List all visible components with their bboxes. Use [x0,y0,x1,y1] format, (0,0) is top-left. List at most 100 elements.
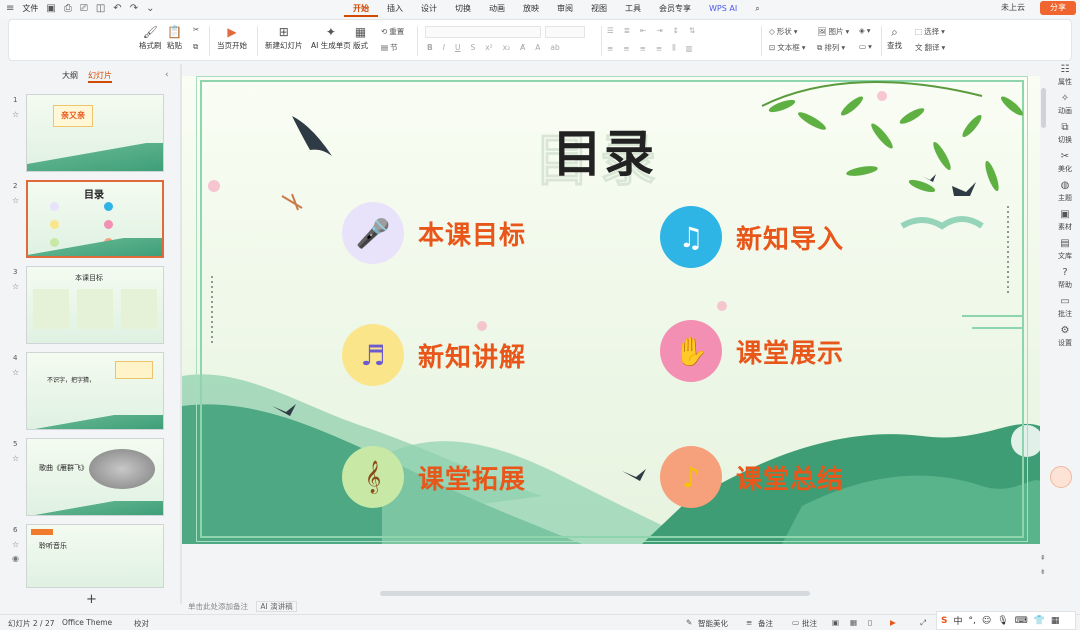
tab-animation[interactable]: 动画 [480,0,514,17]
tab-design[interactable]: 设计 [412,0,446,17]
fill-button[interactable]: ◈ ▾ [859,26,871,35]
clear-format-icon[interactable]: A̸ [520,43,525,52]
justify-icon[interactable]: ≡ [656,44,662,53]
share-button[interactable]: 分享 [1040,1,1076,15]
copy-icon[interactable]: ⧉ [193,42,198,52]
assistant-avatar[interactable] [1050,466,1072,488]
library-button[interactable]: ▤ 文库 [1050,238,1080,267]
font-name-select[interactable] [425,26,541,38]
slide-thumbnail[interactable]: 本课目标 [26,266,164,344]
toc-item[interactable]: ♬ 新知讲解 [342,324,526,386]
format-painter-button[interactable]: 🖌 格式刷 [139,24,162,51]
font-color-icon[interactable]: A [535,43,540,52]
export-icon[interactable]: ⎙ [64,3,72,14]
ai-speech-button[interactable]: AI 演讲稿 [256,601,297,612]
indent-icon[interactable]: ⇥ [656,26,662,35]
materials-button[interactable]: ▣ 素材 [1050,209,1080,238]
align-left-icon[interactable]: ≡ [607,44,613,53]
add-slide-button[interactable]: + [86,592,97,607]
slide-thumbnail[interactable]: 聆听音乐 [26,524,164,588]
align-right-icon[interactable]: ≡ [640,44,646,53]
align-center-icon[interactable]: ≡ [623,44,629,53]
prev-slide-icon[interactable]: ⇞ [1040,554,1046,562]
find-button[interactable]: ⌕ 查找 [887,24,902,51]
next-slide-icon[interactable]: ⇟ [1040,568,1046,576]
theme-button[interactable]: ◍ 主题 [1050,180,1080,209]
save-icon[interactable]: ▣ [46,3,55,14]
search-icon[interactable]: ⌕ [746,0,768,17]
punctuation-icon[interactable]: °, [969,616,976,626]
smart-beautify-icon[interactable]: ✎ [686,618,692,627]
horizontal-scrollbar[interactable] [190,591,1030,596]
layout-button[interactable]: ▦ 版式 [353,24,368,51]
slide-thumbnail[interactable]: 歌曲《雁群飞》 [26,438,164,516]
cut-icon[interactable]: ✂ [193,25,199,34]
notes-area[interactable]: 单击此处添加备注 AI 演讲稿 [188,601,297,612]
file-menu[interactable]: 文件 [22,3,38,14]
cloud-status[interactable]: 未上云 [1001,2,1025,13]
tab-insert[interactable]: 插入 [378,0,412,17]
bold-icon[interactable]: B [427,43,433,52]
preview-icon[interactable]: ◫ [96,3,105,14]
beautify-button[interactable]: ✂ 美化 [1050,151,1080,180]
toc-item[interactable]: ✋ 课堂展示 [660,320,844,382]
vertical-scrollbar[interactable]: ⇞ ⇟ [1040,78,1048,598]
tab-slideshow[interactable]: 放映 [514,0,548,17]
help-button[interactable]: ? 帮助 [1050,267,1080,296]
apps-icon[interactable]: ▦ [1051,616,1060,626]
highlight-icon[interactable]: ab [550,43,559,52]
underline-icon[interactable]: U [455,43,461,52]
italic-icon[interactable]: I [443,43,445,52]
superscript-icon[interactable]: x² [485,43,492,52]
toc-item[interactable]: 🎤 本课目标 [342,202,526,264]
tab-home[interactable]: 开始 [344,0,378,17]
ime-toolbar[interactable]: S 中 °, ☺ 🎙 ⌨ 👕 ▦ [936,611,1076,630]
section-button[interactable]: ▤ 节 [381,42,398,53]
tab-transitions[interactable]: 切换 [446,0,480,17]
scroll-thumb[interactable] [1041,88,1046,128]
menu-icon[interactable]: ≡ [6,3,14,14]
transition-button[interactable]: ⧉ 切换 [1050,122,1080,151]
collapse-panel-icon[interactable]: ‹ [165,70,169,80]
proofread-button[interactable]: 校对 [134,618,149,629]
toc-item[interactable]: ♪ 课堂总结 [660,446,844,508]
comment-icon[interactable]: ▭ [792,618,799,627]
picture-button[interactable]: 🖼 图片 ▾ [817,26,849,37]
play-current-button[interactable]: ▶ 当页开始 [217,24,247,51]
ai-slide-button[interactable]: ✦ AI 生成单页 [311,24,351,51]
font-size-select[interactable] [545,26,585,38]
normal-view-icon[interactable]: ▣ [832,618,839,627]
toc-item[interactable]: ♫ 新知导入 [660,206,844,268]
shape-button[interactable]: ◇ 形状 ▾ [769,26,798,37]
reading-view-icon[interactable]: ▯ [868,618,872,627]
skin-icon[interactable]: 👕 [1034,616,1045,626]
reset-button[interactable]: ⟲ 重置 [381,26,404,37]
scroll-thumb[interactable] [380,591,810,596]
theme-name[interactable]: Office Theme [62,618,112,627]
ime-language[interactable]: 中 [953,614,962,627]
toc-item[interactable]: 𝄞 课堂拓展 [342,446,526,508]
emoji-icon[interactable]: ☺ [982,616,991,626]
fit-window-icon[interactable]: ⤢ [920,618,926,628]
textbox-button[interactable]: ⊡ 文本框 ▾ [769,42,806,53]
bullets-icon[interactable]: ☰ [607,26,614,35]
strike-icon[interactable]: S [470,43,475,52]
arrange-button[interactable]: ⧉ 排列 ▾ [817,42,845,53]
smart-beautify-button[interactable]: 智能美化 [698,618,728,629]
text-direction-icon[interactable]: ⇅ [689,26,695,35]
print-icon[interactable]: ⎚ [80,3,88,14]
slide-thumbnail[interactable]: 不识字，把字猜， [26,352,164,430]
outline-button[interactable]: ▭ ▾ [859,42,872,51]
notes-toggle[interactable]: 备注 [758,618,773,629]
select-button[interactable]: ⬚ 选择 ▾ [915,26,945,37]
paste-button[interactable]: 📋 粘贴 [167,24,182,51]
slide-canvas[interactable]: 目录 目录 🎤 本课目标 ♫ 新知导入 ♬ 新知讲解 ✋ 课堂展示 𝄞 课堂拓展… [182,76,1040,544]
slide-title[interactable]: 目录 [552,114,656,186]
properties-button[interactable]: ☷ 属性 [1050,64,1080,93]
translate-button[interactable]: 文翻译 ▾ [915,42,945,53]
keyboard-icon[interactable]: ⌨ [1015,616,1028,626]
settings-button[interactable]: ⚙ 设置 [1050,325,1080,354]
tab-slides[interactable]: 幻灯片 [88,70,112,83]
mic-icon[interactable]: 🎙 [997,616,1008,626]
columns-icon[interactable]: ▥ [686,44,693,53]
